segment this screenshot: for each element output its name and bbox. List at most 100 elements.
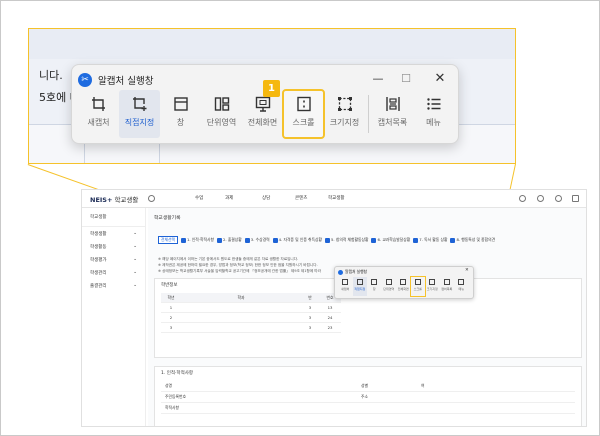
user-icon[interactable]	[148, 195, 155, 202]
personal-info-table: 성명 성별 여 주민등록번호 주소 학적사항	[161, 381, 575, 414]
class-info-table: 학년 학과 반 번호 1 3 13 2 3 24 3 3 23	[161, 293, 341, 333]
sidebar-item[interactable]: 학생활동 ⌄	[82, 240, 145, 253]
table-row: 2 3 24	[161, 313, 341, 323]
notice-text: ※ 해당 페이지에서 이하는 기본 중에서도 원도로 한생들 중에게 같은 자료…	[158, 256, 321, 274]
personal-info-panel: 1. 인적·학적사항 성명 성별 여 주민등록번호 주소 학적사항	[154, 366, 582, 426]
tool-capture-list[interactable]: 캡처목록	[372, 90, 413, 138]
mini-dialog-title: 알캡처 실행창	[345, 269, 368, 274]
tool-label: 캡처목록	[377, 118, 408, 127]
chevron-down-icon: ⌄	[133, 269, 137, 275]
table-cell: 성별	[361, 383, 368, 388]
section-checkbox[interactable]: 7. 독서 활동 상황	[413, 237, 447, 243]
nav-item[interactable]: 과제	[225, 195, 233, 201]
tool-unit-area[interactable]: 단위영역	[201, 90, 242, 138]
table-row: 3 3 23	[161, 323, 341, 333]
tool-label: 새캡처	[87, 118, 110, 127]
section-checkbox[interactable]: 6. 교과학습발달상황	[371, 237, 410, 243]
section-checkbox[interactable]: 8. 행동특성 및 종합의견	[450, 237, 495, 243]
tool-fullscreen[interactable]: 전체화면	[242, 90, 283, 138]
mini-tool-label: 크기지정	[426, 287, 438, 291]
mini-toolbar: 새캡처 직접지정 창 단위영역 전체화면 스크롤 크기지정 캡처목록 메뉴	[338, 276, 469, 297]
alcapture-logo-icon	[338, 269, 343, 275]
tool-window[interactable]: 창	[160, 90, 201, 138]
mini-tool-direct-select[interactable]: 직접지정	[352, 277, 367, 296]
checkbox-icon	[371, 237, 377, 243]
sidebar-item-label: 학생생활	[90, 231, 107, 237]
nav-item[interactable]: 학교생활	[328, 195, 345, 201]
tool-new-capture[interactable]: 새캡처	[78, 90, 119, 138]
table-row: 주민등록번호 주소	[161, 392, 575, 403]
unit-area-icon	[385, 279, 392, 285]
sidebar-item[interactable]: 출결관리 ⌄	[82, 279, 145, 292]
section-checkbox[interactable]: 4. 자격증 및 인증 취득상황	[272, 237, 322, 243]
mini-tool-window[interactable]: 창	[367, 277, 382, 296]
tool-direct-select[interactable]: 직접지정	[119, 90, 160, 138]
mini-tool-scroll[interactable]: 스크롤	[409, 276, 426, 297]
notification-icon[interactable]	[555, 195, 562, 202]
capture-list-icon	[385, 97, 400, 111]
nav-item[interactable]: 콘텐츠	[295, 195, 307, 201]
zoomed-text-fragment-1: 니다.	[39, 69, 63, 82]
tool-scroll[interactable]: 스크롤	[282, 89, 325, 139]
tool-size-specify[interactable]: 크기지정	[324, 90, 365, 138]
section-checkbox-label: 8. 행동특성 및 종합의견	[456, 237, 496, 242]
sidebar-item[interactable]: 학생생활 ⌄	[82, 227, 145, 240]
section-checkbox-label: 3. 수상경력	[250, 237, 270, 242]
tool-menu[interactable]: 메뉴	[413, 90, 454, 138]
main-header: 학교생활기록	[154, 216, 181, 221]
mini-tool-size-specify[interactable]: 크기지정	[425, 277, 440, 296]
mini-tool-unit-area[interactable]: 단위영역	[382, 277, 397, 296]
sidebar-item-label: 학생평가	[90, 257, 107, 263]
table-row: 성명 성별 여	[161, 381, 575, 392]
help-icon[interactable]	[519, 195, 526, 202]
toolbar-separator	[368, 95, 369, 133]
table-header-row: 학년 학과 반 번호	[161, 293, 341, 303]
capture-toolbar: 새캡처 직접지정 창 단위영역 전체화면 스크롤 크기지정 캡처목록 메뉴	[78, 89, 454, 140]
callout-badge-1: 1	[263, 80, 280, 97]
table-cell: 여	[421, 383, 425, 388]
tool-label: 크기지정	[329, 118, 360, 127]
column-header: 반	[308, 294, 312, 300]
maximize-button[interactable]: ☐	[394, 69, 418, 87]
table-cell: 성명	[165, 383, 172, 388]
checkbox-icon	[216, 237, 222, 243]
select-all-button[interactable]: 전체선택	[158, 236, 178, 244]
section-checkbox[interactable]: 1. 인적·학적사항	[180, 237, 214, 243]
sidebar-item-label: 학생활동	[90, 244, 107, 250]
new-capture-icon	[91, 97, 105, 111]
close-button[interactable]: ✕	[428, 69, 452, 87]
size-specify-icon	[337, 97, 352, 111]
nav-item[interactable]: 수업	[195, 195, 203, 201]
mini-tool-label: 전체화면	[397, 287, 409, 291]
table-cell: 주민등록번호	[165, 394, 186, 399]
sidebar-item[interactable]: 학생평가 ⌄	[82, 253, 145, 266]
mini-tool-fullscreen[interactable]: 전체화면	[396, 277, 411, 296]
dialog-titlebar: ✂ 알캡처 실행창	[78, 70, 153, 90]
section-checkbox[interactable]: 3. 수상경력	[244, 237, 270, 243]
mini-dialog-titlebar: 알캡처 실행창	[338, 269, 367, 275]
section-checkbox[interactable]: 5. 창의적 체험활동상황	[325, 237, 368, 243]
mini-close-button[interactable]: ✕	[465, 268, 469, 273]
mini-tool-capture-list[interactable]: 캡처목록	[440, 277, 455, 296]
table-cell: 학적사항	[165, 405, 179, 410]
fullscreen-icon	[255, 96, 270, 112]
mini-tool-new-capture[interactable]: 새캡처	[338, 277, 353, 296]
nav-item[interactable]: 상담	[262, 195, 270, 201]
checkbox-icon	[450, 237, 456, 243]
settings-icon[interactable]	[537, 195, 544, 202]
table-cell: 1	[169, 305, 173, 310]
menu-grid-icon[interactable]	[572, 195, 579, 202]
section-checkbox-label: 4. 자격증 및 인증 취득상황	[278, 237, 322, 242]
neis-app-screenshot: NEIS+ 학교생활 수업 과제 상담 콘텐츠 학교생활 학교생활 학생생활 ⌄ 학…	[81, 189, 587, 427]
sidebar-item[interactable]: 학생관리 ⌄	[82, 266, 145, 279]
direct-select-icon	[356, 279, 363, 285]
table-cell: 13	[327, 305, 333, 310]
chevron-down-icon: ⌄	[133, 256, 137, 262]
table-cell: 3	[308, 315, 312, 320]
column-header: 학과	[237, 294, 245, 300]
table-cell: 3	[308, 305, 312, 310]
mini-tool-menu[interactable]: 메뉴	[454, 277, 469, 296]
section-checkbox[interactable]: 2. 출결상황	[216, 237, 242, 243]
minimize-button[interactable]: —	[366, 69, 390, 87]
dialog-title: 알캡처 실행창	[98, 76, 154, 87]
